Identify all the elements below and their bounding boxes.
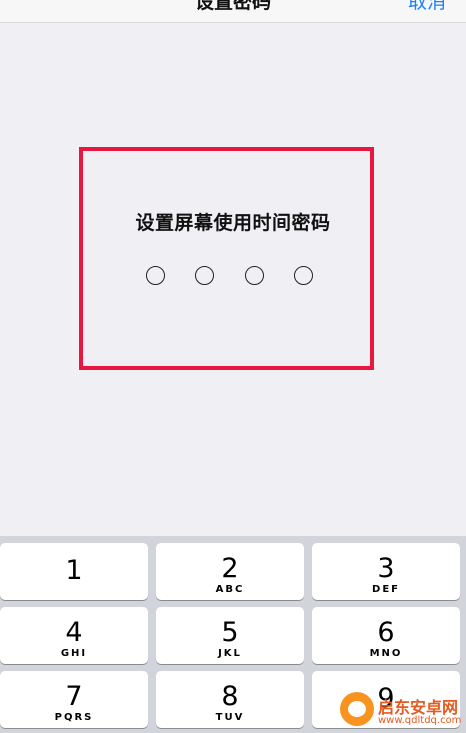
passcode-prompt: 设置屏幕使用时间密码 [135,212,331,234]
watermark-logo-icon [340,692,374,726]
key-1[interactable]: 1 [0,543,148,600]
passcode-dot-3 [245,266,264,285]
key-number: 7 [65,681,83,712]
navigation-bar: 设置密码 取消 [0,0,466,23]
key-letters: DEF [372,584,400,595]
key-number: 5 [221,617,239,648]
key-number: 4 [65,617,83,648]
key-2[interactable]: 2 ABC [156,543,304,600]
key-letters: JKL [218,648,242,659]
passcode-dots [0,266,466,290]
key-number: 6 [377,617,395,648]
page-title: 设置密码 [194,0,271,13]
cancel-button[interactable]: 取消 [408,0,446,14]
key-letters: TUV [215,712,245,723]
key-8[interactable]: 8 TUV [156,671,304,728]
key-letters: MNO [369,648,403,659]
key-number: 1 [65,555,83,586]
key-5[interactable]: 5 JKL [156,607,304,664]
highlight-annotation-box [79,147,374,370]
key-number: 8 [221,681,239,712]
passcode-dot-1 [146,266,165,285]
key-letters: GHI [60,648,88,659]
key-letters: PQRS [54,712,94,723]
key-number: 2 [221,553,239,584]
key-number: 3 [377,553,395,584]
watermark-url: www.qdltdq.com [378,715,462,726]
key-7[interactable]: 7 PQRS [0,671,148,728]
key-letters: ABC [215,584,245,595]
passcode-dot-2 [195,266,214,285]
key-4[interactable]: 4 GHI [0,607,148,664]
key-3[interactable]: 3 DEF [312,543,460,600]
watermark: 启东安卓网 www.qdltdq.com [334,688,466,733]
passcode-dot-4 [294,266,313,285]
key-6[interactable]: 6 MNO [312,607,460,664]
